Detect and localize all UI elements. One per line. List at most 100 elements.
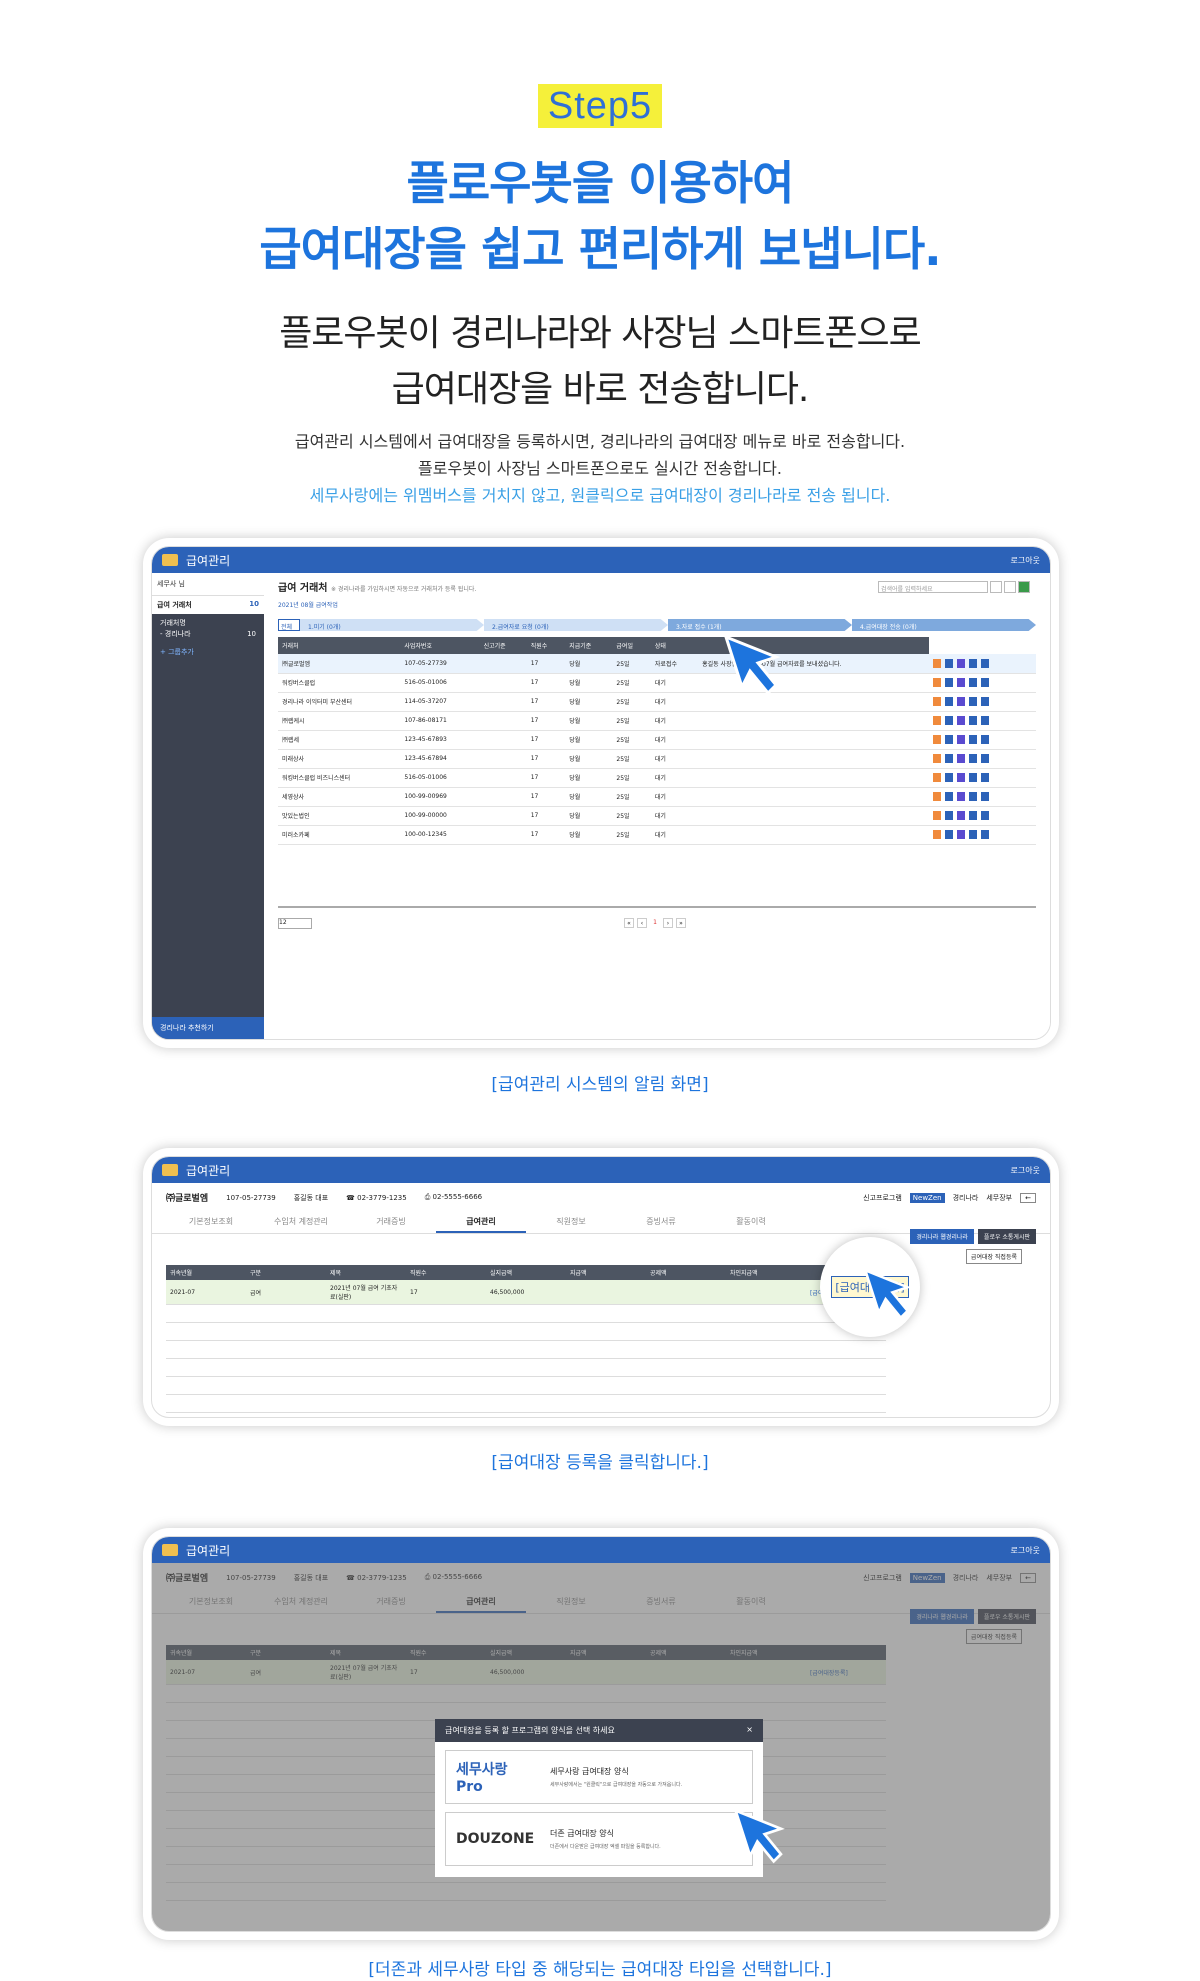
excel-icon[interactable]: [1018, 581, 1030, 593]
document-icon[interactable]: [933, 754, 942, 763]
table-row[interactable]: 미러소카페 100-00-12345 17 당월 25일 대기: [278, 825, 1036, 845]
tab-1[interactable]: 기본정보조회: [166, 1212, 256, 1233]
list-icon[interactable]: [1004, 581, 1016, 593]
document-icon[interactable]: [933, 830, 942, 839]
tab-3[interactable]: 거래증빙: [346, 1212, 436, 1233]
action-icon[interactable]: [981, 716, 990, 725]
action-icon[interactable]: [969, 716, 978, 725]
option-douzone[interactable]: DOUZONE 더존 급여대장 양식 더존에서 다운받은 급여대장 엑셀 파일을 …: [445, 1812, 753, 1866]
tab-2[interactable]: 수임처 계정관리: [256, 1212, 346, 1233]
last-page-button[interactable]: »: [676, 918, 686, 928]
action-icon[interactable]: [981, 678, 990, 687]
link-tax-ledger[interactable]: 세무장부: [986, 1193, 1012, 1203]
logout-button[interactable]: 로그아웃: [1011, 1165, 1050, 1176]
action-icon[interactable]: [981, 773, 990, 782]
table-row[interactable]: 워킹버스클럽 비즈니스센터 516-05-01006 17 당월 25일 대기: [278, 768, 1036, 788]
action-icon[interactable]: [957, 735, 966, 744]
action-icon[interactable]: [969, 792, 978, 801]
close-icon[interactable]: ×: [746, 1725, 753, 1736]
action-icon[interactable]: [981, 735, 990, 744]
action-icon[interactable]: [957, 754, 966, 763]
option-semusarang[interactable]: 세무사랑 Pro 세무사랑 급여대장 양식 세무사랑에서는 "원클릭"으로 급여대…: [445, 1750, 753, 1804]
action-icon[interactable]: [969, 678, 978, 687]
table-row[interactable]: 세영상사 100-99-00969 17 당월 25일 대기: [278, 787, 1036, 807]
action-icon[interactable]: [957, 773, 966, 782]
table-row[interactable]: ㈜글로벌엠 107-05-27739 17 당월 25일 자료접수 홍길동 사장님이 202…: [278, 654, 1036, 674]
action-icon[interactable]: [957, 830, 966, 839]
action-icon[interactable]: [981, 830, 990, 839]
action-icon[interactable]: [957, 678, 966, 687]
action-icon[interactable]: [957, 792, 966, 801]
search-input[interactable]: 검색어를 입력하세요: [878, 581, 988, 593]
document-icon[interactable]: [933, 658, 942, 668]
action-icon[interactable]: [957, 658, 966, 668]
gyeongri-button[interactable]: 경리나라 웹경리나라: [910, 1229, 974, 1244]
document-icon[interactable]: [933, 811, 942, 820]
month-selector[interactable]: 2021년 08월 급여작업: [278, 600, 1036, 609]
action-icon[interactable]: [945, 716, 954, 725]
recommend-button[interactable]: 경리나라 추천하기: [152, 1017, 264, 1039]
flow-step[interactable]: 4.급여대장 전송 (0개): [852, 619, 1036, 631]
action-icon[interactable]: [969, 658, 978, 668]
page-size-select[interactable]: 12: [278, 918, 312, 929]
action-icon[interactable]: [981, 697, 990, 706]
table-row[interactable]: ㈜렙세 123-45-67893 17 당월 25일 대기: [278, 730, 1036, 750]
action-icon[interactable]: [957, 716, 966, 725]
logout-button[interactable]: 로그아웃: [1011, 1545, 1050, 1556]
link-gyeongri[interactable]: 경리나라: [953, 1193, 979, 1203]
board-button[interactable]: 플로우 소통게시판: [977, 1229, 1036, 1244]
table-row[interactable]: 워킹버스클럽 516-05-01006 17 당월 25일 대기: [278, 673, 1036, 693]
tab-5[interactable]: 직원정보: [526, 1212, 616, 1233]
action-icon[interactable]: [945, 697, 954, 706]
action-icon[interactable]: [969, 773, 978, 782]
action-icon[interactable]: [969, 811, 978, 820]
document-icon[interactable]: [933, 773, 942, 782]
back-icon[interactable]: ←: [1020, 1192, 1036, 1203]
search-icon[interactable]: [990, 581, 1002, 593]
flow-step[interactable]: 3.자료 접수 (1개): [668, 619, 852, 631]
document-icon[interactable]: [933, 792, 942, 801]
action-icon[interactable]: [945, 792, 954, 801]
action-icon[interactable]: [945, 830, 954, 839]
document-icon[interactable]: [933, 678, 942, 687]
direct-register-button[interactable]: 급여대장 직접등록: [965, 1249, 1022, 1264]
action-icon[interactable]: [969, 754, 978, 763]
first-page-button[interactable]: «: [624, 918, 634, 928]
action-icon[interactable]: [945, 678, 954, 687]
action-icon[interactable]: [945, 658, 954, 668]
action-icon[interactable]: [981, 792, 990, 801]
action-icon[interactable]: [945, 773, 954, 782]
action-icon[interactable]: [945, 754, 954, 763]
tab-6[interactable]: 증빙서류: [616, 1212, 706, 1233]
action-icon[interactable]: [969, 735, 978, 744]
document-icon[interactable]: [933, 716, 942, 725]
table-row[interactable]: 맛있는법인 100-99-00000 17 당월 25일 대기: [278, 806, 1036, 826]
next-page-button[interactable]: ›: [663, 918, 673, 928]
action-icon[interactable]: [981, 811, 990, 820]
action-icon[interactable]: [957, 697, 966, 706]
flow-step[interactable]: 1.미기 (0개): [300, 619, 484, 631]
logout-button[interactable]: 로그아웃: [1011, 555, 1050, 566]
table-row[interactable]: 경리나라 이익터미 부산센터 114-05-37207 17 당월 25일 대기: [278, 692, 1036, 712]
table-row[interactable]: 미래상사 123-45-67894 17 당월 25일 대기: [278, 749, 1036, 769]
flow-step[interactable]: 2.급여자료 요청 (0개): [484, 619, 668, 631]
current-page[interactable]: 1: [650, 918, 660, 928]
table-row[interactable]: ㈜렙케시 107-86-08171 17 당월 25일 대기: [278, 711, 1036, 731]
action-icon[interactable]: [981, 658, 990, 668]
sidebar-item-payroll-clients[interactable]: 급여 거래처 10: [152, 596, 264, 614]
action-icon[interactable]: [981, 754, 990, 763]
action-icon[interactable]: [969, 697, 978, 706]
sidebar-group[interactable]: 거래처명 - 경리나라 10: [152, 614, 264, 644]
program-badge[interactable]: NewZen: [909, 1192, 945, 1203]
document-icon[interactable]: [933, 735, 942, 744]
action-icon[interactable]: [945, 735, 954, 744]
table-row[interactable]: 2021-07급여2021년 07월 급여 기초자료(실판)1746,500,0…: [166, 1280, 886, 1305]
action-icon[interactable]: [969, 830, 978, 839]
prev-page-button[interactable]: ‹: [637, 918, 647, 928]
document-icon[interactable]: [933, 697, 942, 706]
action-icon[interactable]: [957, 811, 966, 820]
flow-step[interactable]: 전체: [278, 619, 300, 631]
action-icon[interactable]: [945, 811, 954, 820]
add-group-button[interactable]: + 그룹추가: [152, 644, 264, 660]
tab-7[interactable]: 활동이력: [706, 1212, 796, 1233]
